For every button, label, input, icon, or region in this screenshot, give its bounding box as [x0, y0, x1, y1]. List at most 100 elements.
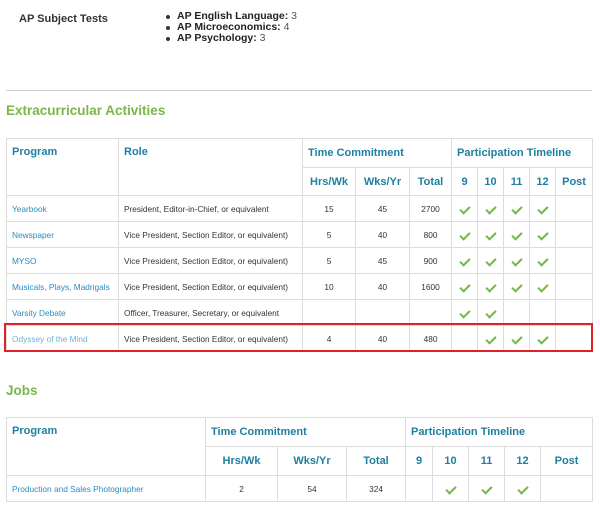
grade-11-cell: [503, 247, 531, 274]
check-icon: [458, 254, 471, 267]
program-column-header: Program: [6, 138, 119, 196]
role-cell: Vice President, Section Editor, or equiv…: [118, 273, 303, 300]
table-row: Odyssey of the Mind Vice President, Sect…: [6, 325, 594, 352]
check-icon: [516, 482, 529, 495]
total-cell: 900: [408, 247, 453, 274]
wks-cell: 54: [277, 475, 347, 502]
ap-subject-tests-label: AP Subject Tests: [19, 13, 108, 25]
grade-11-cell: [503, 195, 531, 222]
wks-cell: [355, 299, 410, 326]
grade-9-cell: [451, 221, 479, 248]
program-link[interactable]: MYSO: [6, 247, 119, 274]
ap-test-item: AP Psychology: 3: [163, 33, 297, 44]
grade-11-cell: [503, 273, 531, 300]
grade-10-cell: [477, 221, 505, 248]
role-cell: President, Editor-in-Chief, or equivalen…: [118, 195, 303, 222]
jobs-title: Jobs: [6, 383, 38, 398]
grade-9-cell: [451, 273, 479, 300]
grade-9-cell: [451, 195, 479, 222]
check-icon: [458, 228, 471, 241]
grade-10-cell: [477, 247, 505, 274]
grade-10-cell: [477, 195, 505, 222]
check-icon: [444, 482, 457, 495]
role-cell: Vice President, Section Editor, or equiv…: [118, 221, 303, 248]
program-link[interactable]: Production and Sales Photographer: [6, 475, 206, 502]
time-commitment-header: Time Commitment: [301, 138, 453, 168]
check-icon: [536, 280, 549, 293]
hrs-wk-header: Hrs/Wk: [302, 167, 356, 196]
table-row: Musicals, Plays, Madrigals Vice Presiden…: [6, 273, 594, 300]
program-link[interactable]: Newspaper: [6, 221, 119, 248]
grade-12-cell: [529, 299, 557, 326]
total-cell: 324: [345, 475, 407, 502]
ap-test-score: 4: [283, 21, 290, 33]
post-header: Post: [540, 446, 594, 476]
table-row: MYSO Vice President, Section Editor, or …: [6, 247, 594, 274]
hrs-cell: 2: [205, 475, 278, 502]
grade-9-cell: [451, 247, 479, 274]
post-cell: [555, 299, 594, 326]
role-cell: Vice President, Section Editor, or equiv…: [118, 325, 303, 352]
grade-10-header: 10: [477, 167, 505, 196]
grade-12-cell: [529, 221, 557, 248]
hrs-cell: [302, 299, 356, 326]
check-icon: [480, 482, 493, 495]
program-link[interactable]: Varsity Debate: [6, 299, 119, 326]
participation-timeline-header: Participation Timeline: [405, 417, 594, 447]
extracurricular-table: Program Role Time Commitment Participati…: [6, 138, 594, 352]
grade-9-header: 9: [405, 446, 434, 476]
grade-11-cell: [468, 475, 506, 502]
wks-cell: 40: [355, 325, 410, 352]
ap-test-score: 3: [291, 10, 297, 22]
post-cell: [555, 325, 594, 352]
total-cell: 1600: [408, 273, 453, 300]
ap-test-score: 3: [259, 32, 266, 44]
grade-11-header: 11: [503, 167, 531, 196]
post-header: Post: [555, 167, 594, 196]
grade-10-cell: [477, 325, 505, 352]
ap-tests-list: AP English Language: 3 AP Microeconomics…: [163, 11, 297, 44]
check-icon: [484, 254, 497, 267]
grade-10-cell: [477, 273, 505, 300]
grade-12-cell: [529, 195, 557, 222]
post-cell: [555, 247, 594, 274]
check-icon: [536, 202, 549, 215]
grade-12-header: 12: [504, 446, 542, 476]
check-icon: [536, 254, 549, 267]
hrs-cell: 5: [302, 221, 356, 248]
grade-11-cell: [503, 221, 531, 248]
participation-timeline-header: Participation Timeline: [451, 138, 594, 168]
time-commitment-header: Time Commitment: [204, 417, 407, 447]
total-header: Total: [408, 167, 453, 196]
check-icon: [510, 254, 523, 267]
table-row: Newspaper Vice President, Section Editor…: [6, 221, 594, 248]
role-cell: Vice President, Section Editor, or equiv…: [118, 247, 303, 274]
program-link[interactable]: Yearbook: [6, 195, 119, 222]
check-icon: [484, 306, 497, 319]
check-icon: [484, 228, 497, 241]
hrs-cell: 10: [302, 273, 356, 300]
ap-test-name: AP Psychology:: [177, 32, 257, 44]
section-divider: [6, 90, 592, 91]
extracurricular-title: Extracurricular Activities: [6, 103, 166, 118]
table-header-row: Program Time Commitment Participation Ti…: [6, 417, 594, 476]
table-row: Production and Sales Photographer 2 54 3…: [6, 475, 594, 502]
program-column-header: Program: [6, 417, 206, 476]
hrs-wk-header: Hrs/Wk: [205, 446, 278, 476]
program-link[interactable]: Odyssey of the Mind: [6, 325, 119, 352]
check-icon: [484, 280, 497, 293]
check-icon: [510, 332, 523, 345]
check-icon: [510, 228, 523, 241]
check-icon: [458, 280, 471, 293]
grade-12-cell: [529, 325, 557, 352]
total-cell: 800: [408, 221, 453, 248]
check-icon: [536, 228, 549, 241]
hrs-cell: 5: [302, 247, 356, 274]
check-icon: [510, 202, 523, 215]
wks-cell: 45: [355, 195, 410, 222]
table-header-row: Program Role Time Commitment Participati…: [6, 138, 594, 196]
check-icon: [458, 202, 471, 215]
total-cell: [408, 299, 453, 326]
program-link[interactable]: Musicals, Plays, Madrigals: [6, 273, 119, 300]
post-cell: [555, 273, 594, 300]
